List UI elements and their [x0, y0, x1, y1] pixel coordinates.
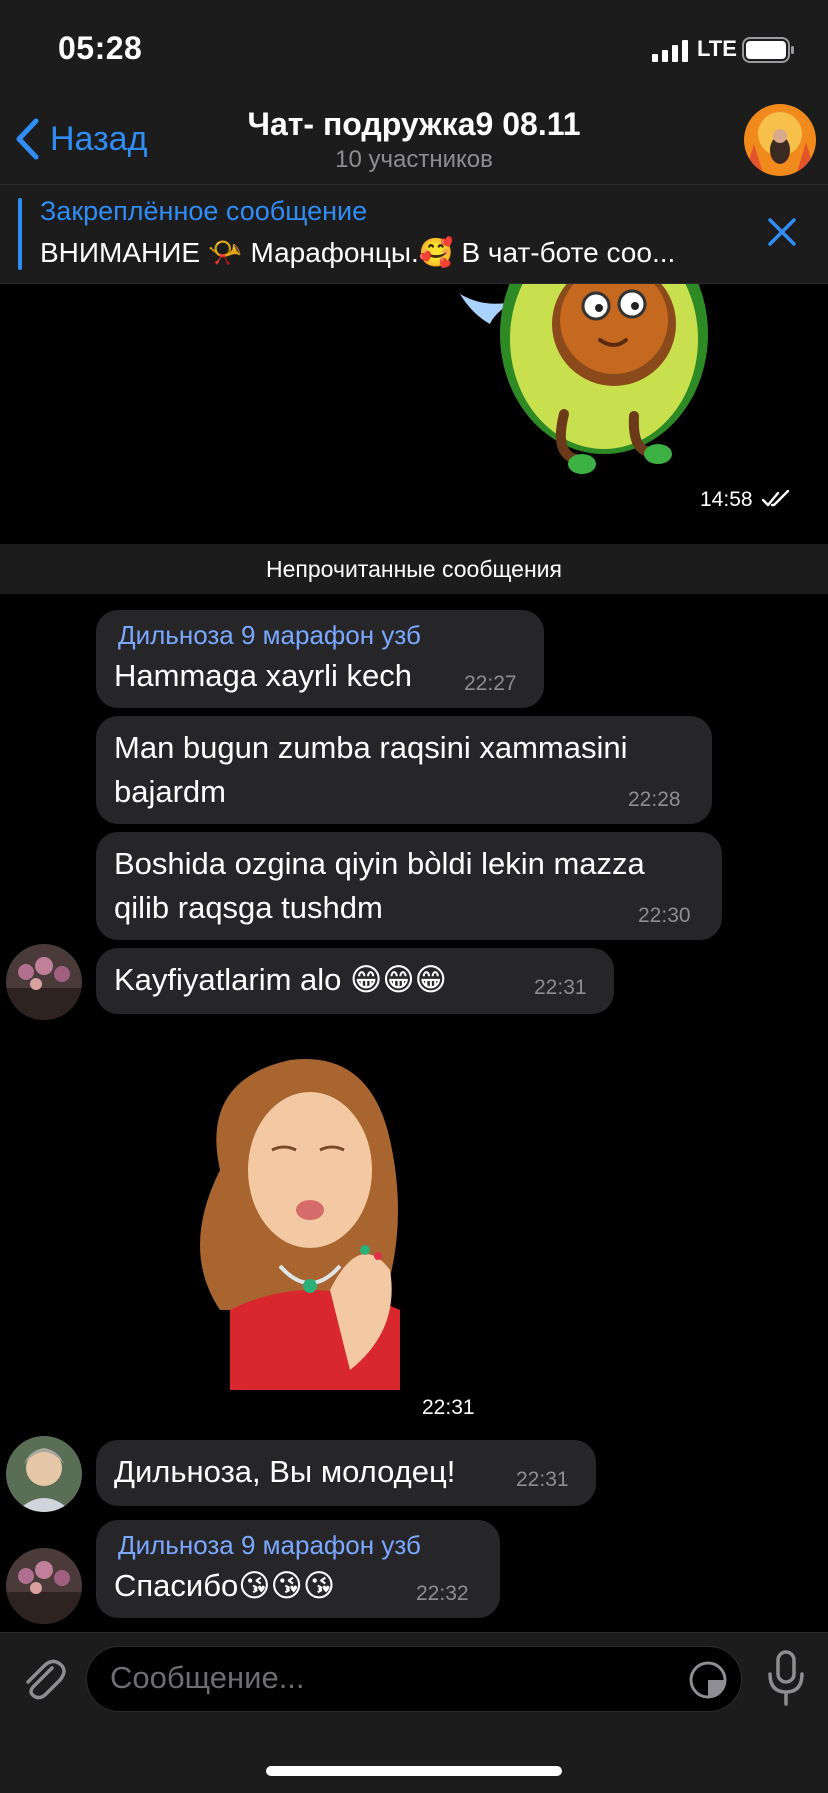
message-text: Дильноза, Вы молодец! [114, 1454, 456, 1489]
girl-sticker [200, 1059, 400, 1390]
group-avatar-image [744, 104, 816, 176]
close-icon[interactable] [766, 216, 798, 248]
unread-divider: Непрочитанные сообщения [0, 544, 828, 594]
status-time: 05:28 [58, 30, 143, 66]
message-sender[interactable]: Дильноза 9 марафон узб [118, 1530, 421, 1561]
message-text: Kayfiyatlarim alo 😁😁😁 [114, 962, 447, 997]
chat-member-count: 10 участников [335, 146, 493, 173]
message-sender[interactable]: Дильноза 9 марафон узб [118, 620, 421, 651]
network-type: LTE [697, 36, 737, 61]
avatar-image [6, 944, 82, 1020]
chat-title[interactable]: Чат- подружка9 08.11 [0, 106, 828, 143]
signal-icon [652, 40, 688, 62]
double-check-icon [762, 490, 790, 507]
chat-avatar[interactable] [744, 104, 816, 176]
message-text-line: Man bugun zumba raqsini xammasini [114, 730, 628, 765]
pinned-accent-line [18, 198, 22, 270]
message-text: Hammaga xayrli kech [114, 658, 413, 693]
message-time: 22:28 [628, 788, 681, 811]
message-text-line: bajardm [114, 774, 226, 809]
sender-avatar[interactable] [6, 1548, 82, 1624]
message-time: 22:32 [416, 1582, 469, 1605]
battery-icon [742, 37, 794, 63]
message-time: 22:30 [638, 904, 691, 927]
sender-avatar[interactable] [6, 1436, 82, 1512]
message-text-line: qilib raqsga tushdm [114, 890, 383, 925]
sticker-icon[interactable] [688, 1660, 728, 1700]
avocado-sticker [460, 284, 708, 474]
message-time: 22:27 [464, 672, 517, 695]
microphone-icon[interactable] [764, 1650, 808, 1706]
avatar-image [6, 1548, 82, 1624]
sticker-time: 22:31 [422, 1396, 475, 1419]
message-input-placeholder: Сообщение... [110, 1660, 305, 1695]
message-text-line: Boshida ozgina qiyin bòldi lekin mazza [114, 846, 645, 881]
message-time: 22:31 [534, 976, 587, 999]
pinned-text: ВНИМАНИЕ 📯 Марафонцы.🥰 В чат-боте соо... [40, 237, 676, 268]
home-indicator[interactable] [266, 1766, 562, 1776]
paperclip-icon[interactable] [18, 1654, 66, 1702]
message-text: Спасибо😘😘😘 [114, 1568, 336, 1603]
pinned-title: Закреплённое сообщение [40, 196, 368, 226]
message-time: 22:31 [516, 1468, 569, 1491]
sender-avatar[interactable] [6, 944, 82, 1020]
sticker-time: 14:58 [700, 488, 753, 511]
avatar-image [6, 1436, 82, 1512]
